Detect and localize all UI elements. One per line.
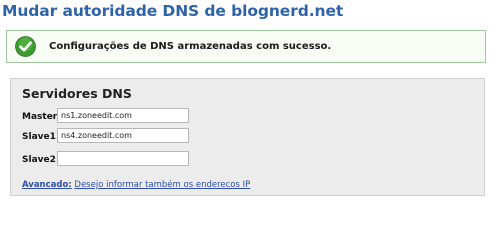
slave1-label: Slave1 <box>22 132 56 142</box>
ip-addresses-link[interactable]: Desejo informar também os enderecos IP <box>74 180 250 190</box>
master-label: Master <box>22 112 58 122</box>
success-message: Configurações de DNS armazenadas com suc… <box>49 41 332 52</box>
advanced-toggle-link[interactable]: Avancado: <box>22 180 72 190</box>
check-circle-icon <box>15 36 36 57</box>
panel-title: Servidores DNS <box>22 86 132 101</box>
page: Mudar autoridade DNS de blognerd.net Con… <box>0 0 500 200</box>
advanced-options: Avancado: Desejo informar também os ende… <box>22 180 250 190</box>
page-title: Mudar autoridade DNS de blognerd.net <box>2 2 344 20</box>
slave2-label: Slave2 <box>22 155 56 165</box>
slave2-input[interactable] <box>57 151 189 166</box>
slave1-input[interactable] <box>57 128 189 143</box>
dns-servers-panel: Servidores DNS Master Slave1 Slave2 Avan… <box>10 78 485 196</box>
master-input[interactable] <box>57 108 189 123</box>
success-message-box: Configurações de DNS armazenadas com suc… <box>6 30 486 63</box>
